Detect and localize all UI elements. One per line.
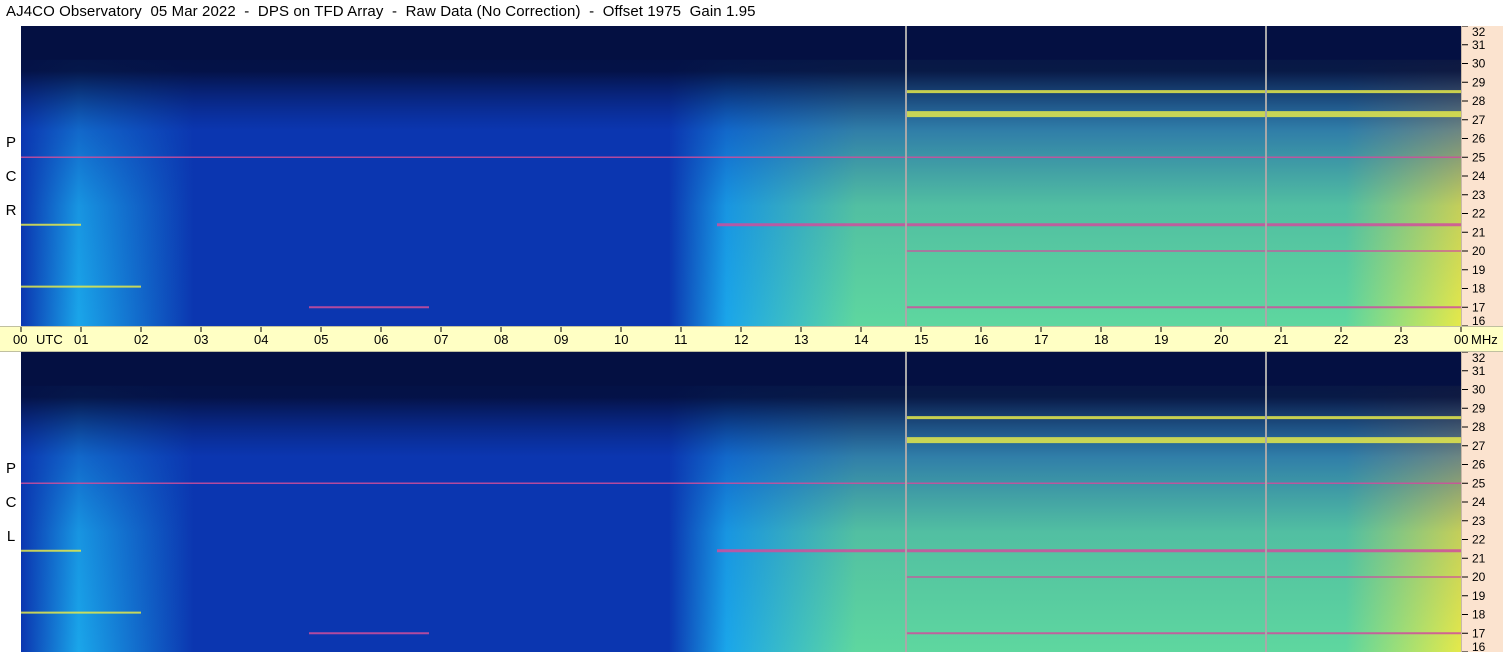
lcp-letter-l: L [6,528,16,545]
chart-title: AJ4CO Observatory 05 Mar 2022 - DPS on T… [6,3,756,20]
time-label-12: 12 [734,332,748,347]
freq-label-23: 23 [1472,188,1486,202]
time-marker-0 [905,26,907,326]
signal-band-1 [906,111,1461,118]
time-label-10: 10 [614,332,628,347]
high-band-night [21,26,1461,60]
signal-band-5 [906,250,1461,252]
time-label-03: 03 [194,332,208,347]
freq-label-25: 25 [1472,150,1486,164]
lcp-letter-p: P [5,460,16,477]
rcp-label: R C P [2,130,20,230]
time-label-20: 20 [1214,332,1228,347]
time-label-08: 08 [494,332,508,347]
signal-band-3 [717,223,1461,227]
freq-label-31: 31 [1472,364,1486,378]
signal-band-4 [21,549,81,552]
rcp-letter-r: R [5,202,17,219]
freq-label-25: 25 [1472,476,1486,490]
lcp-label: L C P [2,456,20,556]
freq-label-17: 17 [1472,626,1486,640]
freq-label-16: 16 [1472,640,1486,652]
time-label-02: 02 [134,332,148,347]
time-label-19: 19 [1154,332,1168,347]
signal-band-7 [309,632,429,635]
freq-label-29: 29 [1472,75,1486,89]
time-label-21: 21 [1274,332,1288,347]
freq-label-30: 30 [1472,383,1486,397]
time-label-end: 00 [1454,332,1468,347]
time-label-17: 17 [1034,332,1048,347]
freq-label-31: 31 [1472,38,1486,52]
time-label-22: 22 [1334,332,1348,347]
freq-label-28: 28 [1472,420,1486,434]
freq-label-26: 26 [1472,458,1486,472]
signal-band-2 [21,156,1461,158]
time-label-23: 23 [1394,332,1408,347]
signal-band-1 [906,437,1461,444]
freq-label-19: 19 [1472,589,1486,603]
signal-band-0 [906,90,1461,94]
lcp-spectrogram [21,352,1461,652]
time-label-01: 01 [74,332,88,347]
freq-label-21: 21 [1472,225,1486,239]
time-label-04: 04 [254,332,268,347]
ionospheric-cutoff-shade [21,352,1461,652]
time-marker-0 [905,352,907,652]
time-marker-1 [1265,352,1267,652]
rcp-spectrogram [21,26,1461,326]
signal-band-4 [21,223,81,226]
freq-label-23: 23 [1472,514,1486,528]
signal-band-8 [21,611,141,614]
freq-label-20: 20 [1472,244,1486,258]
freq-label-19: 19 [1472,263,1486,277]
signal-band-5 [906,576,1461,578]
signal-band-6 [906,632,1461,635]
freq-label-30: 30 [1472,57,1486,71]
signal-band-6 [906,306,1461,309]
ionospheric-cutoff-shade [21,26,1461,326]
signal-band-2 [21,482,1461,484]
time-label-13: 13 [794,332,808,347]
time-label-utc: UTC [36,332,63,347]
freq-label-22: 22 [1472,207,1486,221]
freq-label-20: 20 [1472,570,1486,584]
rcp-letter-p: P [5,134,16,151]
signal-band-0 [906,416,1461,420]
freq-label-18: 18 [1472,282,1486,296]
lcp-letter-c: C [5,494,17,511]
lcp-frequency-axis: 32 31 30 29 28 27 26 25 24 23 22 21 20 19 18 17 16 [1461,352,1503,652]
time-label-09: 09 [554,332,568,347]
time-label-18: 18 [1094,332,1108,347]
time-label-15: 15 [914,332,928,347]
time-label-unit: MHz [1471,332,1498,347]
time-axis: 00 UTC 01 02 03 04 05 06 07 08 09 10 11 12 13 14 15 16 17 1… [0,326,1503,352]
freq-label-27: 27 [1472,113,1486,127]
freq-label-22: 22 [1472,533,1486,547]
rcp-frequency-axis: 32 31 30 29 28 27 26 25 24 23 22 21 20 19 18 17 16 [1461,26,1503,326]
freq-label-24: 24 [1472,169,1486,183]
freq-label-17: 17 [1472,300,1486,314]
time-label-16: 16 [974,332,988,347]
signal-band-3 [717,549,1461,553]
freq-label-24: 24 [1472,495,1486,509]
time-label-06: 06 [374,332,388,347]
time-label-start: 00 [13,332,27,347]
freq-label-18: 18 [1472,608,1486,622]
signal-band-8 [21,285,141,288]
time-label-07: 07 [434,332,448,347]
freq-label-26: 26 [1472,132,1486,146]
freq-label-16: 16 [1472,314,1486,326]
time-label-11: 11 [674,332,688,347]
freq-label-21: 21 [1472,551,1486,565]
signal-band-7 [309,306,429,309]
freq-label-29: 29 [1472,401,1486,415]
high-band-night [21,352,1461,386]
freq-label-28: 28 [1472,94,1486,108]
freq-label-27: 27 [1472,439,1486,453]
time-marker-1 [1265,26,1267,326]
time-label-14: 14 [854,332,868,347]
rcp-letter-c: C [5,168,17,185]
time-label-05: 05 [314,332,328,347]
